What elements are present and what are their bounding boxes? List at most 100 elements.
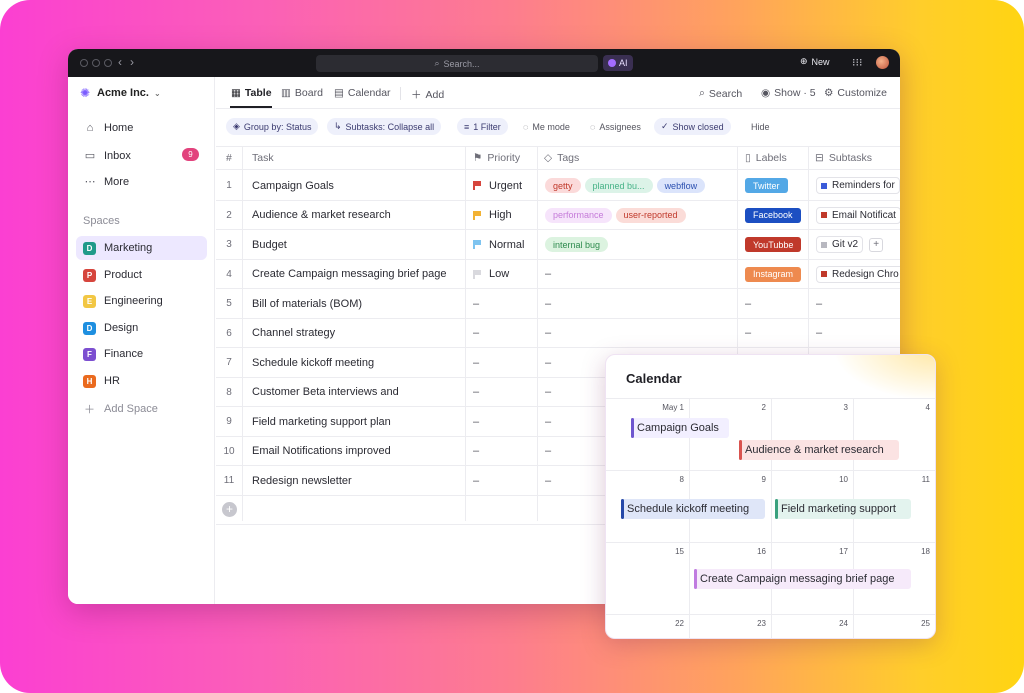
labels-cell[interactable]: – <box>745 289 805 318</box>
sidebar-item-home[interactable]: ⌂ Home <box>84 122 134 134</box>
priority-cell[interactable]: – <box>473 319 535 348</box>
priority-cell[interactable]: Normal <box>473 230 535 259</box>
col-subtasks[interactable]: ⊟ Subtasks <box>815 152 872 164</box>
tags-cell[interactable]: – <box>545 260 735 289</box>
labels-cell[interactable]: Facebook <box>745 201 805 230</box>
subtasks-cell[interactable]: – <box>816 319 900 348</box>
subtask-chip[interactable]: Redesign Chro <box>816 265 900 283</box>
tag-pill[interactable]: performance <box>545 207 612 223</box>
tag-pill[interactable]: getty <box>545 178 581 193</box>
filter-chip[interactable]: ≡ 1 Filter <box>457 118 508 135</box>
add-subtask-button[interactable]: + <box>869 237 884 252</box>
add-view-button[interactable]: ＋ Add <box>411 87 444 102</box>
customize-button[interactable]: ⚙ Customize <box>824 87 887 99</box>
calendar-event[interactable]: Field marketing support <box>775 499 911 519</box>
tab-board[interactable]: ▥ Board <box>281 87 323 99</box>
assignees-chip[interactable]: ◌ Assignees <box>583 118 648 135</box>
tab-calendar[interactable]: ▤ Calendar <box>334 87 391 99</box>
task-name[interactable]: Customer Beta interviews and <box>252 378 462 407</box>
task-name[interactable]: Campaign Goals <box>252 171 462 200</box>
label-pill[interactable]: Facebook <box>745 207 801 223</box>
priority-cell[interactable]: – <box>473 407 535 436</box>
subtasks-chip[interactable]: ↳ Subtasks: Collapse all <box>327 118 442 135</box>
labels-cell[interactable]: Instagram <box>745 260 805 289</box>
nav-arrows[interactable]: ‹› <box>118 55 142 69</box>
priority-cell[interactable]: – <box>473 437 535 466</box>
task-name[interactable]: Schedule kickoff meeting <box>252 348 462 377</box>
space-item-product[interactable]: P Product <box>76 263 207 287</box>
tags-cell[interactable]: internal bug <box>545 230 735 259</box>
tag-pill[interactable]: planned bu... <box>584 178 653 193</box>
subtasks-cell[interactable]: Git v2 + <box>816 230 900 259</box>
show-closed-chip[interactable]: ✓ Show closed <box>654 118 731 135</box>
col-task[interactable]: Task <box>252 152 274 164</box>
table-row[interactable]: 1 Campaign Goals Urgent getty planned bu... w… <box>216 171 900 201</box>
apps-grid-icon[interactable]: ⁝⁝⁝ <box>852 56 863 69</box>
space-item-engineering[interactable]: E Engineering <box>76 289 207 313</box>
tag-pill[interactable]: webflow <box>656 178 706 193</box>
search-button[interactable]: ⌕ Search <box>699 87 742 100</box>
subtask-chip[interactable]: Reminders for <box>816 177 900 194</box>
ai-button[interactable]: AI <box>603 55 633 71</box>
subtasks-cell[interactable]: Reminders for <box>816 171 900 200</box>
priority-cell[interactable]: – <box>473 466 535 495</box>
calendar-event[interactable]: Create Campaign messaging brief page <box>694 569 911 589</box>
group-by-chip[interactable]: ◈ Group by: Status <box>226 118 319 135</box>
tags-cell[interactable]: – <box>545 289 735 318</box>
col-tags[interactable]: ◇ Tags <box>544 152 579 164</box>
task-name[interactable]: Audience & market research <box>252 201 462 230</box>
maximize-dot[interactable] <box>104 59 112 67</box>
labels-cell[interactable]: – <box>745 319 805 348</box>
task-name[interactable]: Bill of materials (BOM) <box>252 289 462 318</box>
col-priority[interactable]: ⚑ Priority <box>473 152 520 164</box>
global-search-input[interactable]: ⌕ Search... <box>316 55 598 72</box>
add-space-button[interactable]: ＋ Add Space <box>84 401 158 417</box>
calendar-event[interactable]: Schedule kickoff meeting <box>621 499 765 519</box>
label-pill[interactable]: Instagram <box>745 266 802 282</box>
task-name[interactable]: Redesign newsletter <box>252 466 462 495</box>
sidebar-item-inbox[interactable]: ▭ Inbox <box>84 149 131 163</box>
subtasks-cell[interactable]: – <box>816 289 900 318</box>
priority-cell[interactable]: Low <box>473 260 535 289</box>
priority-cell[interactable]: Urgent <box>473 171 535 200</box>
table-row[interactable]: 2 Audience & market research High performan… <box>216 201 900 230</box>
window-controls[interactable] <box>80 59 112 67</box>
table-row[interactable]: 4 Create Campaign messaging brief page Low… <box>216 260 900 289</box>
table-row[interactable]: 6 Channel strategy – – – – <box>216 319 900 348</box>
task-name[interactable]: Create Campaign messaging brief page <box>252 260 462 289</box>
task-name[interactable]: Email Notifications improved <box>252 437 462 466</box>
tag-pill[interactable]: internal bug <box>545 237 609 252</box>
hide-chip[interactable]: Hide <box>744 118 777 135</box>
tab-table[interactable]: ▦ Table <box>231 87 272 99</box>
forward-arrow-icon[interactable]: › <box>130 55 142 69</box>
calendar-event[interactable]: Audience & market research <box>739 440 899 460</box>
priority-cell[interactable]: High <box>473 201 535 230</box>
priority-cell[interactable]: – <box>473 348 535 377</box>
labels-cell[interactable]: Twitter <box>745 171 805 200</box>
show-button[interactable]: ◉ Show · 5 <box>761 87 816 99</box>
tags-cell[interactable]: – <box>545 319 735 348</box>
label-pill[interactable]: YouTubbe <box>745 237 802 252</box>
tags-cell[interactable]: getty planned bu... webflow <box>545 171 735 200</box>
labels-cell[interactable]: YouTubbe <box>745 230 805 259</box>
task-name[interactable]: Field marketing support plan <box>252 407 462 436</box>
user-avatar[interactable] <box>876 56 889 69</box>
back-arrow-icon[interactable]: ‹ <box>118 55 130 69</box>
sidebar-item-more[interactable]: ⋯ More <box>84 175 130 189</box>
table-row[interactable]: 3 Budget Normal internal bug YouTubbe Git v2 + <box>216 230 900 260</box>
space-item-hr[interactable]: H HR <box>76 369 207 393</box>
add-task-icon[interactable]: + <box>222 501 237 517</box>
tag-pill[interactable]: user-reported <box>615 207 686 223</box>
minimize-dot[interactable] <box>92 59 100 67</box>
close-dot[interactable] <box>80 59 88 67</box>
me-mode-chip[interactable]: ◌ Me mode <box>516 118 577 135</box>
label-pill[interactable]: Twitter <box>745 178 788 193</box>
task-name[interactable]: Channel strategy <box>252 319 462 348</box>
space-item-design[interactable]: D Design <box>76 316 207 340</box>
table-row[interactable]: 5 Bill of materials (BOM) – – – – <box>216 289 900 319</box>
priority-cell[interactable]: – <box>473 289 535 318</box>
space-item-marketing[interactable]: D Marketing <box>76 236 207 260</box>
new-button[interactable]: ⊕ New <box>800 56 830 67</box>
col-labels[interactable]: ▯ Labels <box>745 152 787 164</box>
space-item-finance[interactable]: F Finance <box>76 342 207 366</box>
